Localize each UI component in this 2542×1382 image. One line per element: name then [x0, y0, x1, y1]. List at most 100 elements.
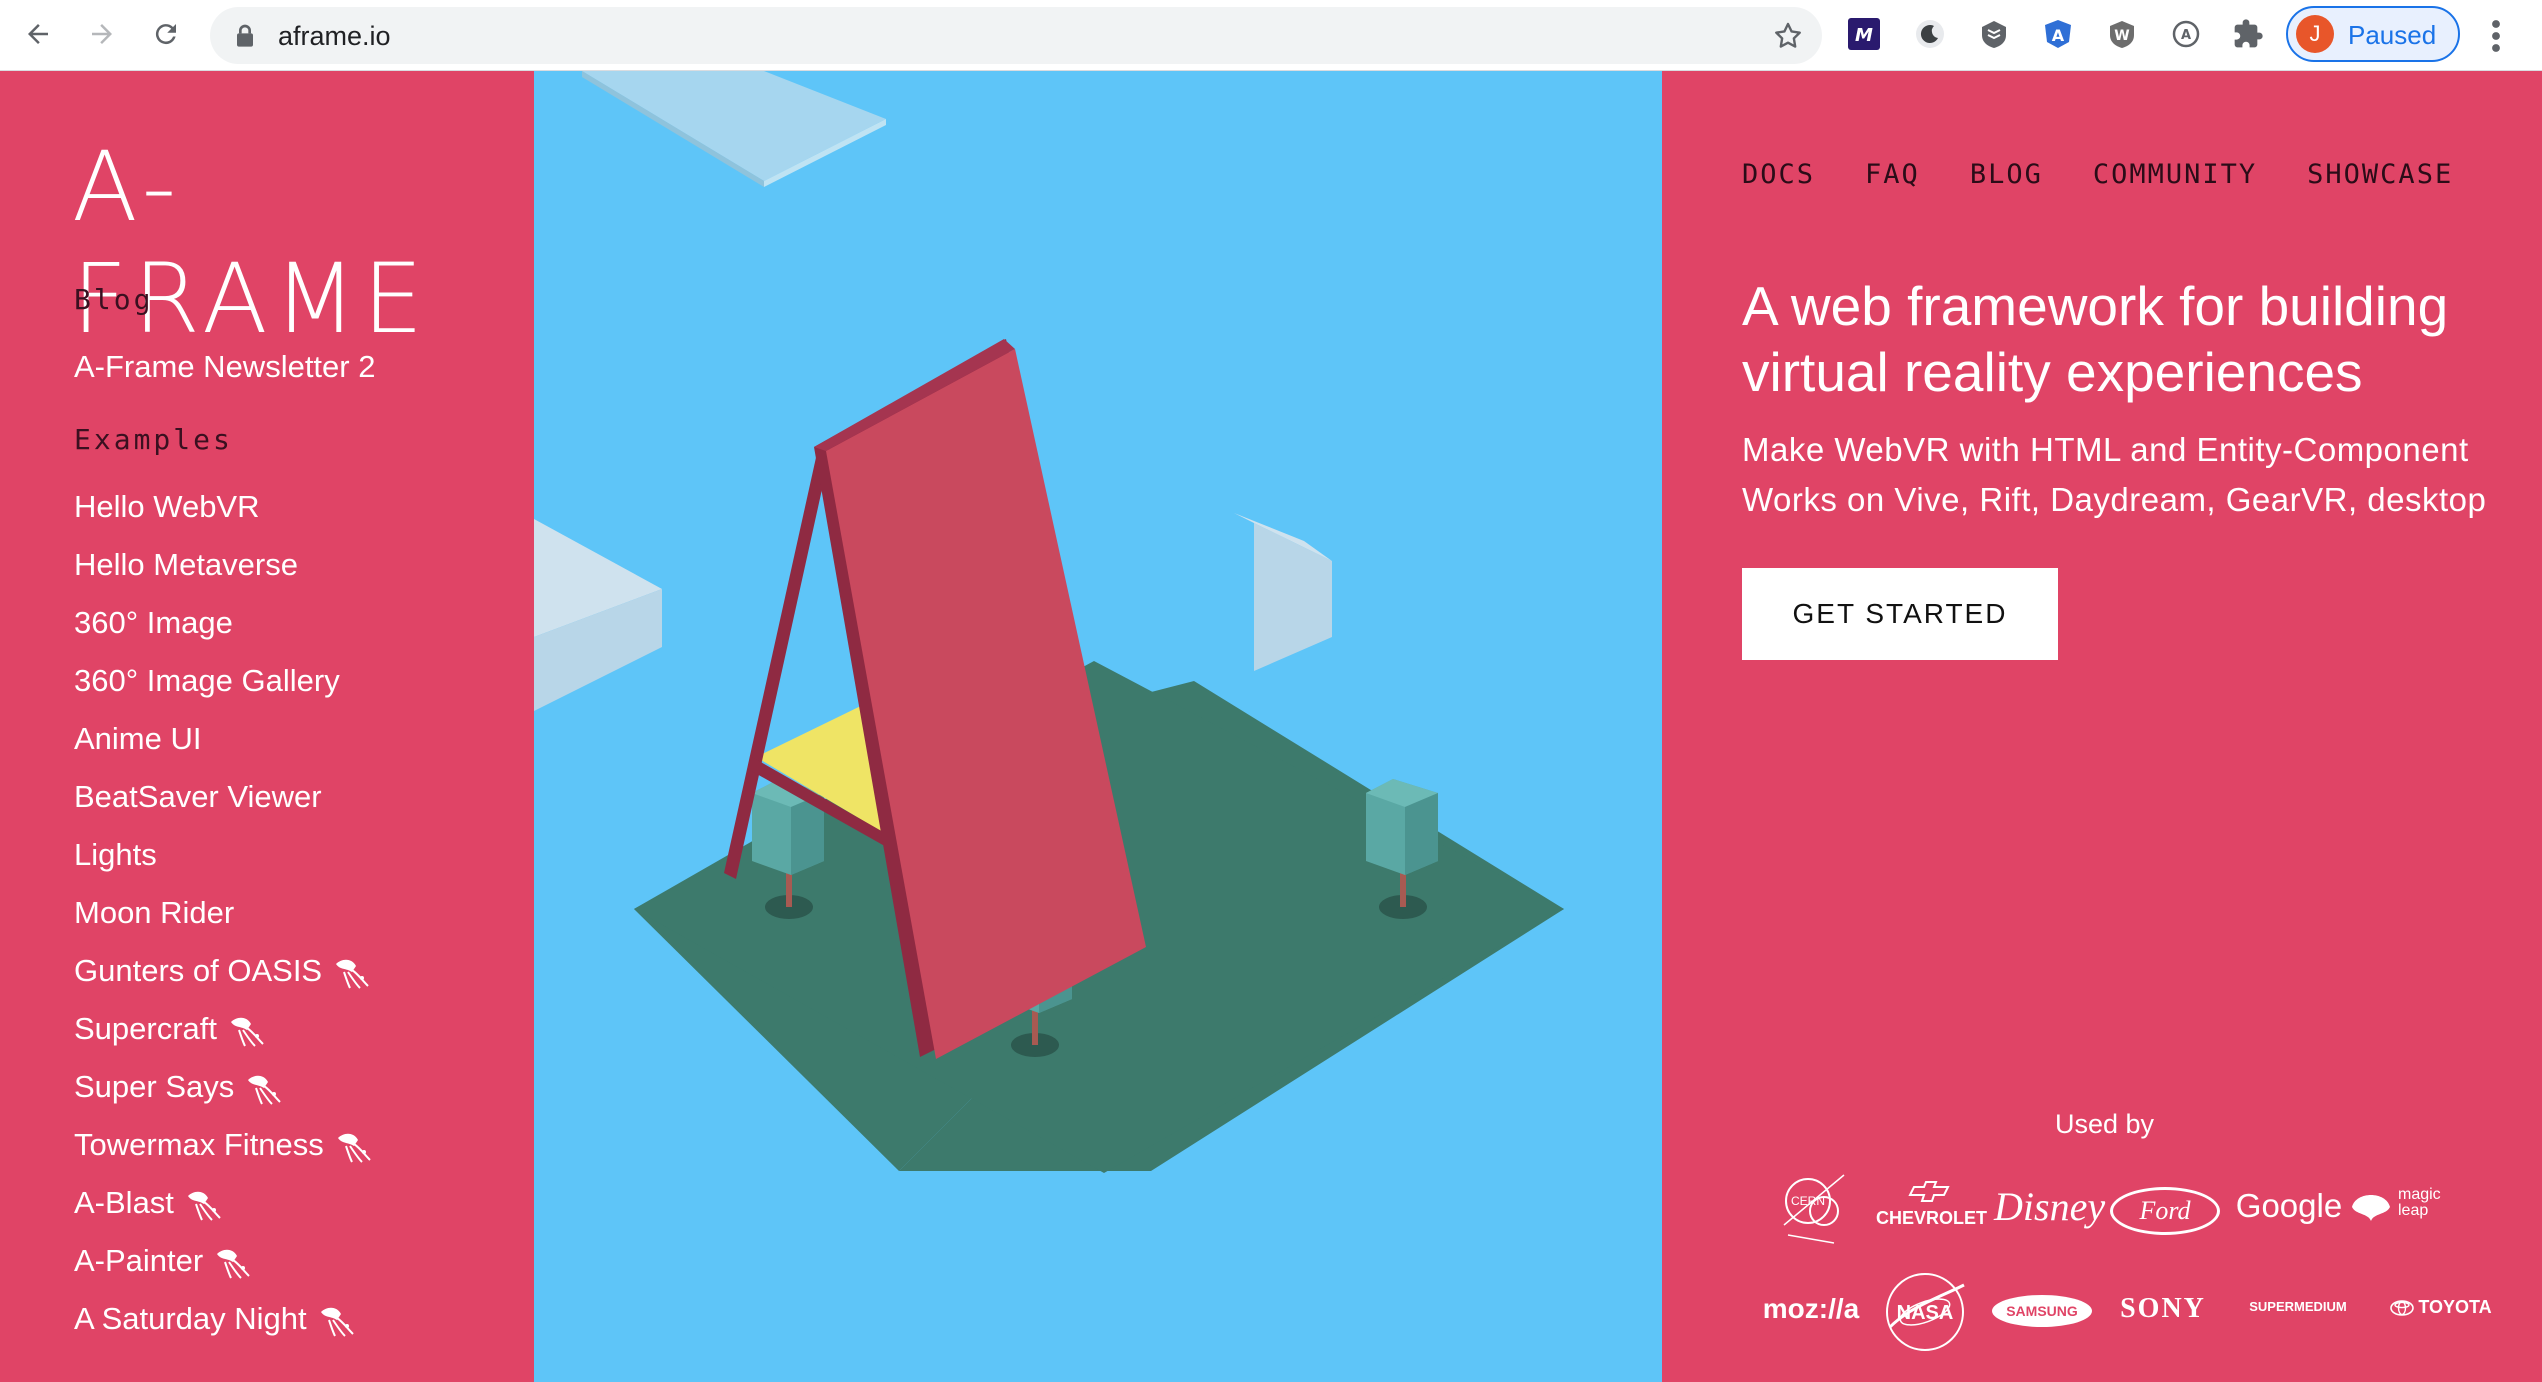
nav-docs[interactable]: DOCS [1742, 159, 1815, 190]
samsung-logo: SAMSUNG [1992, 1295, 2092, 1327]
w-extension-icon[interactable]: W [2104, 16, 2140, 52]
puzzle-icon[interactable] [2230, 16, 2266, 52]
menu-kebab-icon[interactable] [2484, 18, 2508, 54]
examples-section-title: Examples [74, 423, 233, 456]
jellyfish-icon [320, 1307, 354, 1337]
supermedium-logo: SUPERMEDIUM [2249, 1299, 2347, 1314]
example-link-label: Moon Rider [74, 895, 235, 930]
mozilla-logo: moz://a [1762, 1293, 1860, 1324]
cern-logo-mark: CERN [1783, 1174, 1845, 1244]
example-link-label: Gunters of OASIS [74, 953, 323, 988]
forward-arrow-icon [92, 24, 112, 44]
a-circle-icon[interactable]: A [2168, 16, 2204, 52]
hero-subline-2: Works on Vive, Rift, Daydream, GearVR, d… [1742, 481, 2487, 518]
floating-block-right [1234, 513, 1332, 671]
example-link-label: Supercraft [74, 1011, 218, 1046]
blog-link[interactable]: A-Frame Newsletter 2 [74, 349, 375, 385]
example-link[interactable]: A-Blast [74, 1185, 224, 1222]
jellyfish-icon [231, 1017, 264, 1047]
reload-icon [155, 24, 176, 45]
floating-block-left [534, 519, 662, 711]
example-link-label: Anime UI [74, 721, 202, 756]
dark-mode-icon[interactable] [1912, 16, 1948, 52]
magic-leap-logo: magic leap [2342, 1181, 2492, 1231]
profile-status: Paused [2348, 20, 2437, 50]
nav-blog[interactable]: BLOG [1970, 159, 2043, 190]
example-link[interactable]: Hello Metaverse [74, 547, 298, 583]
example-link[interactable]: 360° Image Gallery [74, 663, 340, 699]
svg-text:A: A [2181, 28, 2191, 43]
shield-stack-icon[interactable] [1976, 16, 2012, 52]
url-text: aframe.io [278, 21, 391, 51]
chevrolet-wordmark: CHEVROLET [1876, 1208, 1988, 1228]
back-arrow-icon [28, 24, 48, 44]
reload-button[interactable] [146, 14, 186, 54]
example-link-label: Hello WebVR [74, 489, 260, 524]
lock-icon [237, 24, 253, 47]
a-frame-scene-illustration [534, 71, 1564, 1173]
toyota-logo: TOYOTA [2366, 1297, 2516, 1318]
example-link-label: 360° Image [74, 605, 233, 640]
example-link[interactable]: Super Says [74, 1069, 284, 1106]
example-link[interactable]: A Saturday Night [74, 1301, 357, 1338]
sidebar: A-FRAME Blog A-Frame Newsletter 2 Exampl… [0, 71, 534, 1382]
used-by-title: Used by [2055, 1109, 2155, 1139]
example-link-label: Lights [74, 837, 157, 872]
disney-logo: Disney [1994, 1184, 2106, 1229]
example-link[interactable]: Lights [74, 837, 157, 873]
bookmark-star-icon[interactable] [1772, 20, 1804, 52]
example-link-label: A-Blast [74, 1185, 174, 1220]
example-link-label: BeatSaver Viewer [74, 779, 322, 814]
nav-showcase[interactable]: SHOWCASE [2307, 159, 2453, 190]
svg-text:W: W [2114, 28, 2129, 44]
right-panel: DOCS FAQ BLOG COMMUNITY SHOWCASE A web f… [1662, 71, 2542, 1382]
example-link-label: A Saturday Night [74, 1301, 307, 1336]
back-button[interactable] [18, 14, 58, 54]
svg-text:M: M [1855, 25, 1873, 46]
example-link-label: A-Painter [74, 1243, 204, 1278]
forward-button[interactable] [82, 14, 122, 54]
hero-illustration [534, 71, 1662, 1382]
angular-icon[interactable]: A [2040, 16, 2076, 52]
example-link[interactable]: Supercraft [74, 1011, 267, 1048]
svg-text:NASA: NASA [1897, 1302, 1954, 1324]
toyota-emblem-icon [2390, 1300, 2415, 1317]
page-content: A-FRAME Blog A-Frame Newsletter 2 Exampl… [0, 71, 2542, 1382]
nasa-logo: NASA [1880, 1267, 1970, 1357]
google-logo: Google [2235, 1187, 2343, 1224]
toyota-wordmark: TOYOTA [2418, 1297, 2492, 1317]
site-logo[interactable]: A-FRAME [72, 131, 534, 355]
example-link[interactable]: Moon Rider [74, 895, 234, 931]
chevrolet-bowtie-icon [1908, 1181, 1950, 1202]
example-link-label: Super Says [74, 1069, 235, 1104]
nav-faq[interactable]: FAQ [1865, 159, 1920, 190]
sony-logo: SONY [2120, 1293, 2206, 1324]
profile-button[interactable]: J Paused [2286, 6, 2460, 62]
avatar: J [2296, 15, 2334, 53]
get-started-button[interactable]: GET STARTED [1742, 568, 2058, 660]
hero-subline-1: Make WebVR with HTML and Entity-Componen… [1742, 431, 2469, 468]
jellyfish-icon [336, 959, 369, 989]
address-bar[interactable]: aframe.io [210, 7, 1822, 64]
example-link[interactable]: Hello WebVR [74, 489, 260, 525]
svg-text:CERN: CERN [1791, 1194, 1825, 1208]
example-link[interactable]: Towermax Fitness [74, 1127, 374, 1164]
mailmeteor-icon[interactable]: M [1846, 16, 1882, 52]
example-link[interactable]: Gunters of OASIS [74, 953, 372, 990]
svg-text:A: A [2052, 26, 2065, 45]
chevrolet-logo: CHEVROLET [1876, 1181, 1988, 1229]
example-link[interactable]: A-Painter [74, 1243, 253, 1280]
jellyfish-icon [337, 1133, 371, 1163]
jellyfish-icon [248, 1075, 281, 1105]
cern-logo: CERN [1770, 1165, 1860, 1252]
example-link[interactable]: BeatSaver Viewer [74, 779, 322, 815]
example-link-label: Towermax Fitness [74, 1127, 324, 1162]
jellyfish-icon [217, 1249, 250, 1279]
jellyfish-icon [187, 1191, 221, 1221]
example-link[interactable]: Anime UI [74, 721, 201, 757]
example-link[interactable]: 360° Image [74, 605, 233, 641]
blog-section-title: Blog [74, 283, 154, 316]
nav-community[interactable]: COMMUNITY [2093, 159, 2257, 190]
nasa-meatball-icon: NASA [1886, 1273, 1965, 1351]
magic-leap-icon [2352, 1195, 2390, 1221]
